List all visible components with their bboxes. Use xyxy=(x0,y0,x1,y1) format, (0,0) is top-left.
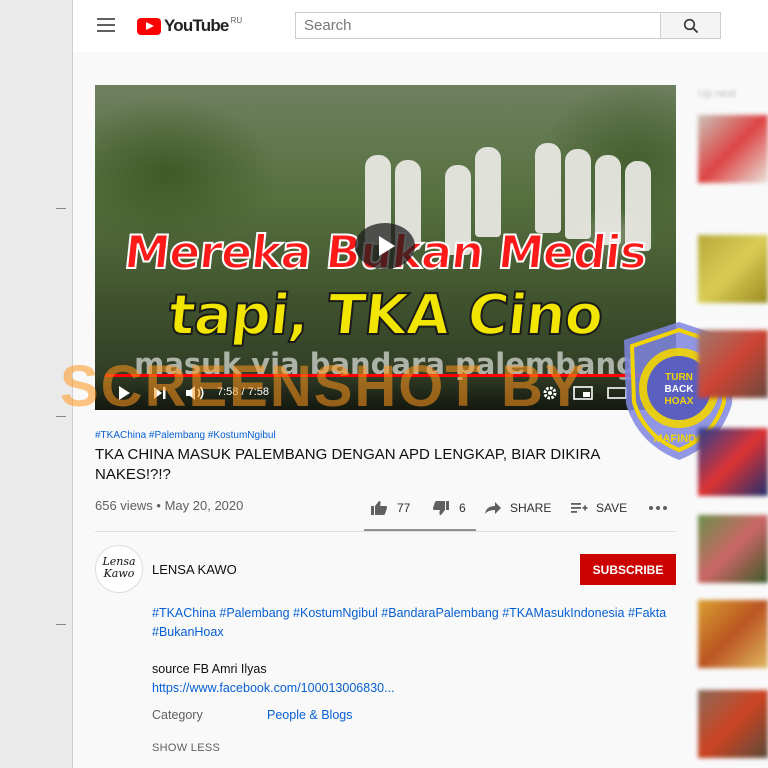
section-divider xyxy=(95,531,676,532)
recommended-thumbnail[interactable] xyxy=(698,690,768,758)
top-bar: YouTube RU xyxy=(73,0,768,52)
channel-name[interactable]: LENSA KAWO xyxy=(152,562,237,577)
youtube-logo[interactable]: YouTube RU xyxy=(137,15,242,37)
big-play-button[interactable] xyxy=(355,223,415,269)
like-button[interactable]: 77 xyxy=(370,498,410,518)
subscribe-button[interactable]: SUBSCRIBE xyxy=(580,554,676,585)
search-button[interactable] xyxy=(661,12,721,39)
like-count: 77 xyxy=(397,501,411,515)
search-icon xyxy=(683,18,698,33)
region-code: RU xyxy=(230,15,243,25)
up-next-label: Up next xyxy=(698,88,736,100)
category-link[interactable]: People & Blogs xyxy=(267,708,352,722)
panel-tick xyxy=(56,624,66,625)
youtube-play-icon xyxy=(137,17,161,35)
avatar-text: Lensa Kawo xyxy=(102,555,136,580)
badge-center-text-1: TURN xyxy=(665,372,693,383)
video-caption-line2: tapi, TKA Cino xyxy=(164,282,607,349)
save-button[interactable]: SAVE xyxy=(570,498,627,518)
dislike-count: 6 xyxy=(459,501,466,515)
more-actions-icon[interactable] xyxy=(648,498,668,518)
thumbs-up-icon xyxy=(371,501,387,515)
show-less-button[interactable]: SHOW LESS xyxy=(152,742,220,754)
recommended-thumbnail[interactable] xyxy=(698,235,768,303)
recommended-thumbnail[interactable] xyxy=(698,515,768,583)
thumbs-down-icon xyxy=(433,501,449,515)
view-count-date: 656 views • May 20, 2020 xyxy=(95,498,244,513)
playlist-add-icon xyxy=(571,503,588,513)
video-title: TKA CHINA MASUK PALEMBANG DENGAN APD LEN… xyxy=(95,446,600,483)
description-hashtags[interactable]: #TKAChina #Palembang #KostumNgibul #Band… xyxy=(152,604,682,642)
screenshot-watermark: SCREENSHOT BY xyxy=(60,354,586,419)
badge-center-text-2: BACK xyxy=(665,384,695,395)
save-label: SAVE xyxy=(596,501,628,515)
panel-tick xyxy=(56,208,66,209)
share-label: SHARE xyxy=(510,501,552,515)
recommended-thumbnail[interactable] xyxy=(698,428,768,496)
recommended-thumbnail[interactable] xyxy=(698,330,768,398)
logo-text: YouTube xyxy=(164,16,229,35)
hamburger-menu-icon[interactable] xyxy=(97,18,115,32)
description-link[interactable]: https://www.facebook.com/100013006830... xyxy=(152,681,395,695)
search-input[interactable] xyxy=(296,13,642,38)
badge-center-text-3: HOAX xyxy=(665,396,694,407)
dislike-button[interactable]: 6 xyxy=(432,498,466,518)
recommended-thumbnail[interactable] xyxy=(698,115,768,183)
video-hashtags[interactable]: #TKAChina #Palembang #KostumNgibul xyxy=(95,430,276,441)
search-box xyxy=(295,12,661,39)
description-source: source FB Amri Ilyas xyxy=(152,662,267,676)
recommended-thumbnail[interactable] xyxy=(698,600,768,668)
category-label: Category xyxy=(152,708,203,722)
share-icon xyxy=(485,502,501,514)
channel-avatar[interactable]: Lensa Kawo xyxy=(95,545,143,593)
share-button[interactable]: SHARE xyxy=(484,498,551,518)
